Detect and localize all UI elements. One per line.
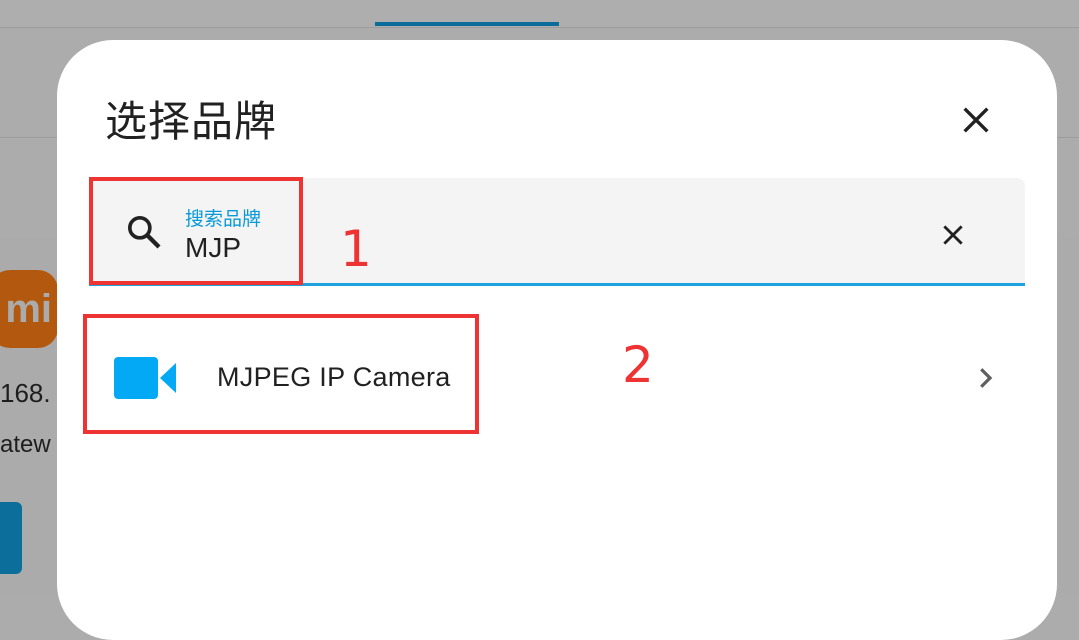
background-action-button	[0, 502, 22, 574]
close-icon	[963, 107, 989, 133]
background-ip-address: 168.	[0, 378, 51, 408]
close-dialog-button[interactable]	[952, 96, 1000, 144]
clear-icon	[943, 225, 963, 245]
chevron-right-icon	[980, 368, 993, 388]
background-active-tab-indicator	[375, 22, 559, 26]
dialog-title: 选择品牌	[105, 97, 278, 146]
clear-search-button[interactable]	[932, 214, 974, 256]
background-gateway-label: atew	[0, 431, 51, 458]
annotation-box-1	[89, 177, 303, 285]
annotation-box-2	[83, 314, 479, 434]
annotation-number-1: 1	[340, 220, 372, 278]
background-brand-logo: mi	[0, 270, 58, 348]
annotation-number-2: 2	[622, 336, 654, 394]
